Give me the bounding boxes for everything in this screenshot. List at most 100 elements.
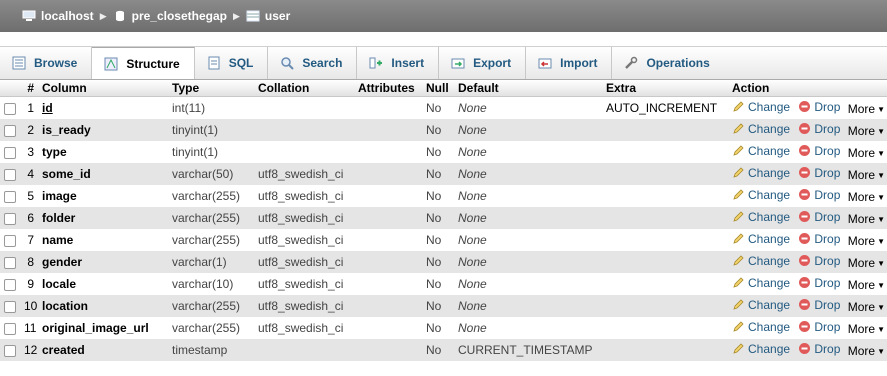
change-button[interactable]: Change	[732, 254, 790, 268]
column-name: created	[38, 339, 168, 361]
pencil-icon	[733, 255, 744, 266]
more-dropdown[interactable]: More ▼	[848, 102, 885, 116]
caret-down-icon: ▼	[877, 126, 886, 136]
pencil-icon	[733, 211, 744, 222]
drop-button[interactable]: Drop	[798, 100, 840, 114]
row-checkbox[interactable]	[4, 344, 16, 357]
more-dropdown[interactable]: More ▼	[848, 344, 885, 358]
tab-sql[interactable]: SQL	[195, 47, 269, 79]
more-dropdown[interactable]: More ▼	[848, 278, 885, 292]
sql-icon	[208, 56, 220, 70]
more-dropdown[interactable]: More ▼	[848, 212, 885, 226]
change-button[interactable]: Change	[732, 276, 790, 290]
change-button[interactable]: Change	[732, 100, 790, 114]
more-dropdown[interactable]: More ▼	[848, 124, 885, 138]
column-extra	[602, 163, 728, 185]
drop-icon	[799, 123, 811, 135]
more-dropdown[interactable]: More ▼	[848, 146, 885, 160]
row-checkbox[interactable]	[4, 300, 16, 313]
drop-icon	[799, 299, 811, 311]
column-name: original_image_url	[38, 317, 168, 339]
pencil-icon	[733, 321, 744, 332]
change-button[interactable]: Change	[732, 144, 790, 158]
tab-export[interactable]: Export	[439, 47, 527, 79]
breadcrumb-table[interactable]: user	[246, 9, 290, 23]
drop-button[interactable]: Drop	[798, 122, 840, 136]
more-dropdown[interactable]: More ▼	[848, 190, 885, 204]
column-collation: utf8_swedish_ci	[254, 207, 354, 229]
more-dropdown[interactable]: More ▼	[848, 234, 885, 248]
change-button[interactable]: Change	[732, 320, 790, 334]
change-button[interactable]: Change	[732, 210, 790, 224]
drop-label: Drop	[814, 275, 841, 290]
change-button[interactable]: Change	[732, 342, 790, 356]
drop-button[interactable]: Drop	[798, 254, 840, 268]
drop-button[interactable]: Drop	[798, 188, 840, 202]
breadcrumb-table-label: user	[264, 9, 291, 23]
drop-button[interactable]: Drop	[798, 166, 840, 180]
tab-import-label: Import	[560, 56, 598, 70]
tab-insert[interactable]: Insert	[357, 47, 440, 79]
change-button[interactable]: Change	[732, 188, 790, 202]
row-checkbox[interactable]	[4, 102, 16, 115]
drop-icon	[799, 277, 811, 289]
drop-button[interactable]: Drop	[798, 276, 840, 290]
tab-bar: Browse Structure SQL Search Insert Expor…	[0, 46, 887, 80]
change-button[interactable]: Change	[732, 298, 790, 312]
row-checkbox[interactable]	[4, 146, 16, 159]
row-checkbox[interactable]	[4, 124, 16, 137]
column-null: No	[422, 317, 454, 339]
structure-table: # Column Type Collation Attributes Null …	[0, 80, 887, 361]
column-type: varchar(255)	[168, 207, 254, 229]
tab-import[interactable]: Import	[526, 47, 613, 79]
change-label: Change	[748, 143, 791, 158]
drop-button[interactable]: Drop	[798, 232, 840, 246]
drop-icon	[799, 343, 811, 355]
more-dropdown[interactable]: More ▼	[848, 256, 885, 270]
drop-button[interactable]: Drop	[798, 144, 840, 158]
breadcrumb-server[interactable]: localhost	[22, 9, 94, 23]
pencil-icon	[733, 101, 744, 112]
column-null: No	[422, 163, 454, 185]
table-row: 4 some_id varchar(50) utf8_swedish_ci No…	[0, 163, 887, 185]
drop-button[interactable]: Drop	[798, 298, 840, 312]
change-button[interactable]: Change	[732, 232, 790, 246]
drop-button[interactable]: Drop	[798, 210, 840, 224]
more-label: More	[847, 278, 876, 293]
change-button[interactable]: Change	[732, 122, 790, 136]
column-name: id	[38, 96, 168, 119]
more-dropdown[interactable]: More ▼	[848, 300, 885, 314]
more-label: More	[847, 256, 876, 271]
tab-search[interactable]: Search	[268, 47, 358, 79]
change-button[interactable]: Change	[732, 166, 790, 180]
row-checkbox[interactable]	[4, 190, 16, 203]
tab-browse[interactable]: Browse	[0, 47, 93, 79]
change-label: Change	[748, 231, 791, 246]
caret-down-icon: ▼	[877, 258, 886, 268]
more-dropdown[interactable]: More ▼	[848, 168, 885, 182]
row-checkbox[interactable]	[4, 168, 16, 181]
breadcrumb-database[interactable]: pre_closethegap	[113, 9, 227, 23]
column-default: None	[454, 96, 602, 119]
breadcrumb-separator-icon: ▶	[99, 10, 107, 21]
row-checkbox[interactable]	[4, 234, 16, 247]
header-column[interactable]: Column	[38, 80, 168, 97]
drop-button[interactable]: Drop	[798, 320, 840, 334]
tab-structure[interactable]: Structure	[92, 47, 195, 79]
row-checkbox[interactable]	[4, 278, 16, 291]
table-row: 7 name varchar(255) utf8_swedish_ci No N…	[0, 229, 887, 251]
row-checkbox[interactable]	[4, 212, 16, 225]
tab-operations[interactable]: Operations	[612, 47, 723, 79]
row-number: 12	[20, 339, 38, 361]
more-dropdown[interactable]: More ▼	[848, 322, 885, 336]
server-icon	[22, 10, 36, 21]
row-checkbox[interactable]	[4, 256, 16, 269]
more-label: More	[847, 124, 876, 139]
change-label: Change	[748, 275, 791, 290]
column-default: None	[454, 207, 602, 229]
search-icon	[281, 57, 295, 70]
change-label: Change	[748, 187, 791, 202]
header-default: Default	[454, 80, 602, 97]
drop-button[interactable]: Drop	[798, 342, 840, 356]
row-checkbox[interactable]	[4, 322, 16, 335]
